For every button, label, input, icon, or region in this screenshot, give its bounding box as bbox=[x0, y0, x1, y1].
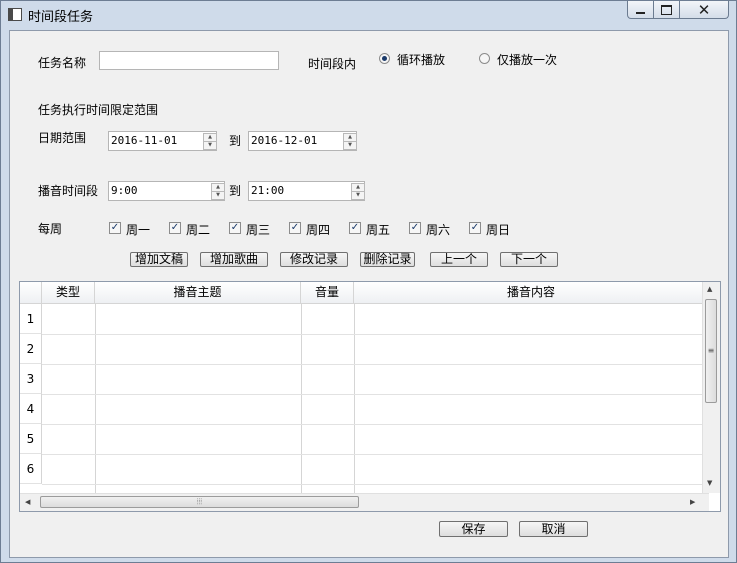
radio-once[interactable] bbox=[479, 53, 490, 64]
weekday-label[interactable]: 周一 bbox=[126, 221, 150, 238]
row-divider bbox=[42, 424, 709, 425]
checkbox-wed[interactable]: ✓ bbox=[229, 222, 241, 234]
date-from-picker[interactable]: 2016-11-01 ▲ ▼ bbox=[108, 131, 217, 151]
horizontal-scroll-thumb[interactable]: ⦙⦙⦙ bbox=[40, 496, 359, 508]
maximize-icon bbox=[661, 4, 672, 15]
minimize-button[interactable] bbox=[627, 1, 654, 19]
weekday-label[interactable]: 周二 bbox=[186, 221, 210, 238]
checkbox-sat[interactable]: ✓ bbox=[409, 222, 421, 234]
column-divider bbox=[354, 304, 355, 494]
checkbox-sun[interactable]: ✓ bbox=[469, 222, 481, 234]
row-divider bbox=[42, 334, 709, 335]
to-label: 到 bbox=[229, 184, 242, 198]
column-header-volume[interactable]: 音量 bbox=[301, 282, 354, 304]
column-header-content[interactable]: 播音内容 bbox=[354, 282, 709, 304]
row-divider bbox=[42, 454, 709, 455]
time-to-spinbox[interactable]: 21:00 ▲ ▼ bbox=[248, 181, 365, 201]
task-name-label: 任务名称 bbox=[38, 56, 87, 70]
date-range-label: 日期范围 bbox=[38, 131, 87, 145]
radio-loop[interactable] bbox=[379, 53, 390, 64]
cancel-button[interactable]: 取消 bbox=[519, 521, 588, 537]
column-divider bbox=[301, 304, 302, 494]
delete-record-button[interactable]: 删除记录 bbox=[360, 252, 415, 267]
date-from-value: 2016-11-01 bbox=[111, 134, 178, 147]
row-header[interactable]: 2 bbox=[20, 334, 42, 364]
date-to-value: 2016-12-01 bbox=[251, 134, 318, 147]
grip-icon: ⦙⦙⦙ bbox=[196, 497, 203, 506]
row-divider bbox=[42, 364, 709, 365]
grip-icon: ≡ bbox=[707, 346, 715, 355]
add-script-button[interactable]: 增加文稿 bbox=[130, 252, 188, 267]
minimize-icon bbox=[636, 12, 645, 14]
title-bar[interactable]: 时间段任务 ✕ bbox=[1, 1, 736, 29]
weekday-label[interactable]: 周三 bbox=[246, 221, 270, 238]
prev-button[interactable]: 上一个 bbox=[430, 252, 488, 267]
spin-down-icon[interactable]: ▼ bbox=[351, 191, 365, 200]
scroll-up-icon[interactable]: ▲ bbox=[707, 285, 712, 293]
vertical-scrollbar[interactable]: ▲ ≡ ▼ bbox=[702, 282, 720, 493]
time-to-value: 21:00 bbox=[251, 184, 285, 197]
column-divider bbox=[95, 304, 96, 494]
spin-down-icon[interactable]: ▼ bbox=[211, 191, 225, 200]
vertical-scroll-thumb[interactable]: ≡ bbox=[705, 299, 717, 403]
column-header-type[interactable]: 类型 bbox=[42, 282, 95, 304]
weekday-label[interactable]: 周四 bbox=[306, 221, 330, 238]
scroll-down-icon[interactable]: ▼ bbox=[707, 479, 712, 487]
close-button[interactable]: ✕ bbox=[679, 1, 729, 19]
scroll-right-icon[interactable]: ▶ bbox=[690, 498, 695, 506]
checkbox-fri[interactable]: ✓ bbox=[349, 222, 361, 234]
row-header[interactable]: 3 bbox=[20, 364, 42, 394]
checkbox-mon[interactable]: ✓ bbox=[109, 222, 121, 234]
to-label: 到 bbox=[229, 134, 242, 148]
weekly-label: 每周 bbox=[38, 222, 63, 236]
horizontal-scrollbar[interactable]: ◀ ⦙⦙⦙ ▶ bbox=[20, 493, 709, 511]
task-table: 类型 播音主题 音量 播音内容 1 2 3 4 5 6 ▲ ≡ ▼ ◀ ⦙⦙⦙ … bbox=[19, 281, 721, 512]
radio-loop-label[interactable]: 循环播放 bbox=[397, 51, 445, 68]
task-name-input[interactable] bbox=[99, 51, 279, 70]
app-window: 时间段任务 ✕ 任务名称 时间段内 循环播放 仅播放一次 任务执行时间限定范围 … bbox=[0, 0, 737, 563]
dialog-body: 任务名称 时间段内 循环播放 仅播放一次 任务执行时间限定范围 日期范围 201… bbox=[9, 30, 729, 558]
row-header[interactable]: 6 bbox=[20, 454, 42, 484]
radio-once-label[interactable]: 仅播放一次 bbox=[497, 51, 557, 68]
weekday-label[interactable]: 周五 bbox=[366, 221, 390, 238]
spin-down-icon[interactable]: ▼ bbox=[203, 141, 217, 150]
maximize-button[interactable] bbox=[653, 1, 680, 19]
play-time-label: 播音时间段 bbox=[38, 184, 99, 198]
window-title: 时间段任务 bbox=[28, 10, 94, 25]
weekday-label[interactable]: 周六 bbox=[426, 221, 450, 238]
corner-header bbox=[20, 282, 42, 304]
close-icon: ✕ bbox=[697, 0, 711, 19]
row-divider bbox=[42, 394, 709, 395]
checkbox-tue[interactable]: ✓ bbox=[169, 222, 181, 234]
edit-record-button[interactable]: 修改记录 bbox=[280, 252, 348, 267]
add-song-button[interactable]: 增加歌曲 bbox=[200, 252, 268, 267]
weekday-label[interactable]: 周日 bbox=[486, 221, 510, 238]
window-icon bbox=[8, 8, 22, 21]
next-button[interactable]: 下一个 bbox=[500, 252, 558, 267]
date-to-picker[interactable]: 2016-12-01 ▲ ▼ bbox=[248, 131, 357, 151]
row-divider bbox=[42, 484, 709, 485]
scroll-left-icon[interactable]: ◀ bbox=[25, 498, 30, 506]
row-header[interactable]: 1 bbox=[20, 304, 42, 334]
time-range-label: 时间段内 bbox=[308, 57, 357, 71]
checkbox-thu[interactable]: ✓ bbox=[289, 222, 301, 234]
row-header[interactable]: 4 bbox=[20, 394, 42, 424]
limit-section-label: 任务执行时间限定范围 bbox=[38, 103, 159, 117]
time-from-value: 9:00 bbox=[111, 184, 138, 197]
column-header-topic[interactable]: 播音主题 bbox=[95, 282, 301, 304]
row-header[interactable]: 5 bbox=[20, 424, 42, 454]
time-from-spinbox[interactable]: 9:00 ▲ ▼ bbox=[108, 181, 225, 201]
spin-down-icon[interactable]: ▼ bbox=[343, 141, 357, 150]
save-button[interactable]: 保存 bbox=[439, 521, 508, 537]
